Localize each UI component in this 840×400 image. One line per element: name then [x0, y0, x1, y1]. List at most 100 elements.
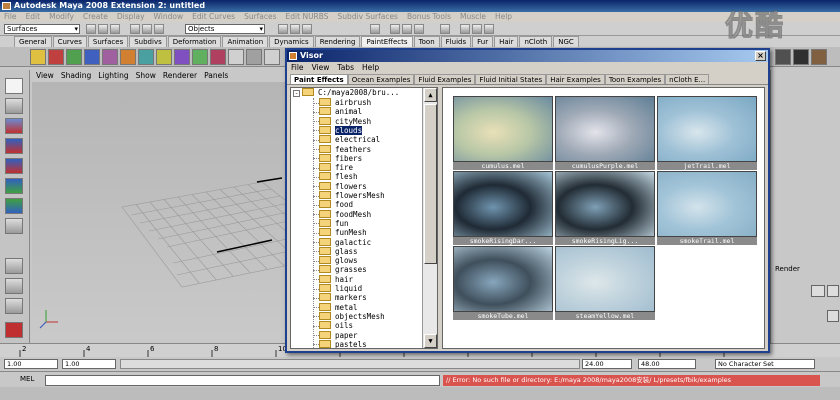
brush-icon[interactable] — [811, 49, 827, 65]
menu-item[interactable]: Modify — [49, 12, 74, 21]
scroll-thumb[interactable] — [424, 104, 437, 264]
tree-scrollbar[interactable]: ▲ ▼ — [422, 88, 437, 348]
shelf-tab[interactable]: Toon — [413, 36, 440, 47]
shelf-tab[interactable]: Curves — [52, 36, 87, 47]
viewport-menu-item[interactable]: View — [36, 71, 54, 80]
mel-label[interactable]: MEL — [20, 375, 34, 383]
ipr-render-icon[interactable] — [402, 24, 412, 34]
layout-four-icon[interactable] — [5, 278, 23, 294]
shelf-tab[interactable]: Rendering — [314, 36, 361, 47]
brush-icon[interactable] — [246, 49, 262, 65]
visor-tab[interactable]: Fluid Initial States — [475, 74, 547, 84]
brush-icon[interactable] — [793, 49, 809, 65]
menu-item[interactable]: Subdiv Surfaces — [338, 12, 398, 21]
tool-settings-icon[interactable] — [484, 24, 494, 34]
brush-icon[interactable] — [66, 49, 82, 65]
shelf-tab[interactable]: PaintEffects — [361, 36, 413, 47]
brush-icon[interactable] — [156, 49, 172, 65]
menu-item[interactable]: Help — [495, 12, 512, 21]
collapse-icon[interactable]: - — [293, 90, 300, 97]
visor-menu-item[interactable]: File — [291, 63, 304, 72]
preset-thumbnail[interactable]: smokeTrail.mel — [657, 171, 757, 245]
visor-tab[interactable]: Ocean Examples — [347, 74, 415, 84]
render-view-icon[interactable] — [5, 322, 23, 338]
layer-button-icon[interactable] — [827, 285, 839, 297]
menu-item[interactable]: Edit NURBS — [286, 12, 329, 21]
shelf-tab[interactable]: Subdivs — [129, 36, 167, 47]
menu-item[interactable]: File — [4, 12, 17, 21]
snap-curve-icon[interactable] — [290, 24, 300, 34]
character-set-select[interactable]: No Character Set — [715, 359, 815, 369]
select-object-icon[interactable] — [142, 24, 152, 34]
layer-button-icon[interactable] — [827, 310, 839, 322]
render-settings-icon[interactable] — [414, 24, 424, 34]
menu-item[interactable]: Muscle — [460, 12, 486, 21]
selection-mode-select[interactable]: Objects — [185, 24, 265, 34]
viewport-menu-item[interactable]: Renderer — [163, 71, 197, 80]
shelf-tab[interactable]: nCloth — [519, 36, 553, 47]
layout-single-icon[interactable] — [5, 258, 23, 274]
range-bar[interactable] — [120, 359, 580, 369]
move-tool-icon[interactable] — [5, 138, 23, 154]
brush-icon[interactable] — [210, 49, 226, 65]
layout-two-icon[interactable] — [5, 298, 23, 314]
visor-tab[interactable]: Paint Effects — [290, 74, 348, 84]
visor-menu-item[interactable]: Help — [362, 63, 379, 72]
attribute-editor-icon[interactable] — [472, 24, 482, 34]
brush-icon[interactable] — [138, 49, 154, 65]
tree-root[interactable]: - C:/maya2008/bru... — [293, 88, 399, 98]
menu-item[interactable]: Window — [154, 12, 184, 21]
paint-effects-tool-icon[interactable] — [30, 49, 46, 65]
visor-tab[interactable]: Fluid Examples — [414, 74, 476, 84]
menu-set-select[interactable]: Surfaces — [4, 24, 80, 34]
paint-select-tool-icon[interactable] — [5, 118, 23, 134]
menu-item[interactable]: Edit — [26, 12, 41, 21]
select-tool-icon[interactable] — [5, 78, 23, 94]
select-hierarchy-icon[interactable] — [130, 24, 140, 34]
shelf-tab[interactable]: Fur — [472, 36, 494, 47]
tree-folder-item[interactable]: pastels — [313, 339, 367, 348]
mel-input[interactable] — [45, 375, 440, 386]
menu-item[interactable]: Display — [117, 12, 145, 21]
visor-menu-item[interactable]: Tabs — [337, 63, 354, 72]
visor-menu-item[interactable]: View — [312, 63, 330, 72]
shelf-tab[interactable]: Deformation — [167, 36, 222, 47]
brush-icon[interactable] — [264, 49, 280, 65]
viewport-menu-item[interactable]: Lighting — [98, 71, 128, 80]
menu-item[interactable]: Bonus Tools — [407, 12, 451, 21]
preset-thumbnail[interactable]: jetTrail.mel — [657, 96, 757, 170]
visor-tab[interactable]: Toon Examples — [604, 74, 666, 84]
visor-tab[interactable]: nCloth E... — [665, 74, 710, 84]
preset-thumbnail[interactable]: cumulusPurple.mel — [555, 96, 655, 170]
scale-tool-icon[interactable] — [5, 178, 23, 194]
brush-icon[interactable] — [192, 49, 208, 65]
manipulator-tool-icon[interactable] — [5, 198, 23, 214]
snap-point-icon[interactable] — [302, 24, 312, 34]
open-scene-icon[interactable] — [98, 24, 108, 34]
shelf-tab[interactable]: Hair — [494, 36, 519, 47]
rotate-tool-icon[interactable] — [5, 158, 23, 174]
range-start-field[interactable]: 1.00 — [4, 359, 58, 369]
scroll-down-icon[interactable]: ▼ — [424, 334, 437, 348]
channel-box-icon[interactable] — [460, 24, 470, 34]
shelf-tab[interactable]: Fluids — [440, 36, 472, 47]
menu-item[interactable]: Create — [83, 12, 108, 21]
preset-thumbnail[interactable]: cumulus.mel — [453, 96, 553, 170]
new-scene-icon[interactable] — [86, 24, 96, 34]
menu-item[interactable]: Surfaces — [244, 12, 276, 21]
scroll-up-icon[interactable]: ▲ — [424, 88, 437, 102]
brush-icon[interactable] — [48, 49, 64, 65]
last-tool-icon[interactable] — [5, 218, 23, 234]
animation-start-field[interactable]: 1.00 — [62, 359, 116, 369]
brush-icon[interactable] — [228, 49, 244, 65]
animation-end-field[interactable]: 48.00 — [638, 359, 696, 369]
viewport-menu-item[interactable]: Panels — [204, 71, 228, 80]
brush-icon[interactable] — [775, 49, 791, 65]
preset-thumbnail[interactable]: smokeTube.mel — [453, 246, 553, 320]
shelf-tab[interactable]: Animation — [222, 36, 269, 47]
save-scene-icon[interactable] — [110, 24, 120, 34]
preset-thumbnail[interactable]: smokeRisingLig... — [555, 171, 655, 245]
menu-item[interactable]: Edit Curves — [192, 12, 235, 21]
range-end-field[interactable]: 24.00 — [582, 359, 632, 369]
shelf-tab[interactable]: Surfaces — [87, 36, 129, 47]
